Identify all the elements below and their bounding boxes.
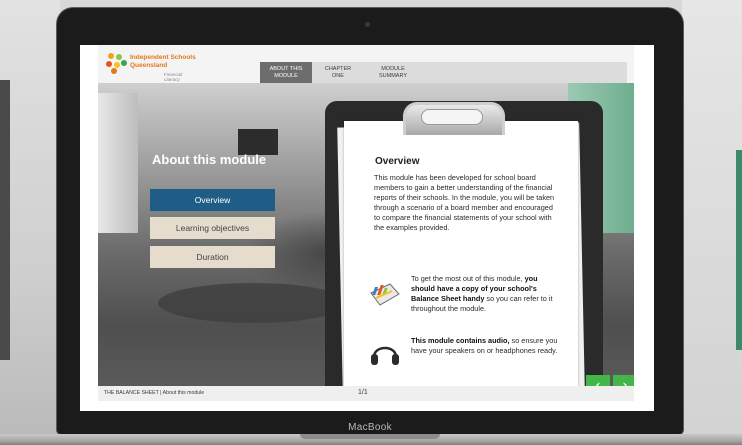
- tab-label-line1: MODULE: [381, 65, 405, 72]
- tab-module-summary[interactable]: MODULE SUMMARY: [364, 62, 422, 83]
- tip-text: To get the most out of this module,: [411, 274, 525, 283]
- laptop-screen: Independent Schools Queensland Financial…: [80, 45, 654, 411]
- tip-balance-sheet: To get the most out of this module, you …: [411, 274, 559, 314]
- logo-icon: [106, 53, 128, 75]
- camera-icon: [365, 22, 370, 27]
- content-body: This module has been developed for schoo…: [374, 173, 555, 232]
- section-title: About this module: [152, 152, 267, 167]
- laptop-brand-label: MacBook: [348, 422, 392, 433]
- pager-controls: ‹ ›: [586, 375, 634, 386]
- tab-label-line2: MODULE: [274, 72, 298, 79]
- tab-label-line2: ONE: [332, 72, 344, 79]
- background-table: [158, 283, 348, 323]
- previous-button[interactable]: ‹: [586, 375, 610, 386]
- content-heading: Overview: [375, 156, 420, 167]
- background-window: [98, 93, 138, 233]
- logo[interactable]: Independent Schools Queensland Financial…: [106, 51, 196, 82]
- breadcrumb: THE BALANCE SHEET | About this module: [104, 390, 205, 396]
- tab-label-line2: SUMMARY: [378, 72, 407, 79]
- tab-label-line1: CHAPTER: [324, 65, 352, 72]
- page-indicator: 1/1: [358, 389, 368, 396]
- logo-line2: Queensland: [130, 61, 168, 69]
- top-bar: Independent Schools Queensland Financial…: [98, 45, 634, 83]
- tab-chapter-one[interactable]: CHAPTER ONE: [312, 62, 364, 83]
- balance-sheet-icon: [368, 279, 402, 309]
- content-stage: About this module Overview Learning obje…: [98, 83, 634, 386]
- duration-button[interactable]: Duration: [150, 246, 275, 268]
- headphones-icon: [368, 337, 402, 367]
- background-right-strip: [736, 150, 742, 350]
- tip-emphasis: This module contains audio,: [411, 336, 510, 345]
- main-nav: ABOUT THIS MODULE CHAPTER ONE MODULE SUMMAR…: [260, 62, 627, 83]
- next-button[interactable]: ›: [613, 375, 634, 386]
- logo-line1: Independent Schools: [130, 54, 196, 61]
- clip-hole: [421, 109, 483, 125]
- nav-spacer: [422, 62, 627, 83]
- background-right: [682, 0, 742, 445]
- logo-text: Independent Schools Queensland: [130, 54, 196, 69]
- footer-bar: THE BALANCE SHEET | About this module 1/…: [98, 386, 634, 401]
- learning-objectives-button[interactable]: Learning objectives: [150, 217, 275, 239]
- laptop-notch: [300, 434, 440, 439]
- tab-about-this-module[interactable]: ABOUT THIS MODULE: [260, 62, 312, 83]
- background-left-shadow: [0, 80, 10, 360]
- tab-label-line1: ABOUT THIS: [269, 65, 303, 72]
- overview-button[interactable]: Overview: [150, 189, 275, 211]
- logo-subtitle: Financial Literacy: [164, 72, 183, 82]
- tip-audio: This module contains audio, so ensure yo…: [411, 336, 559, 356]
